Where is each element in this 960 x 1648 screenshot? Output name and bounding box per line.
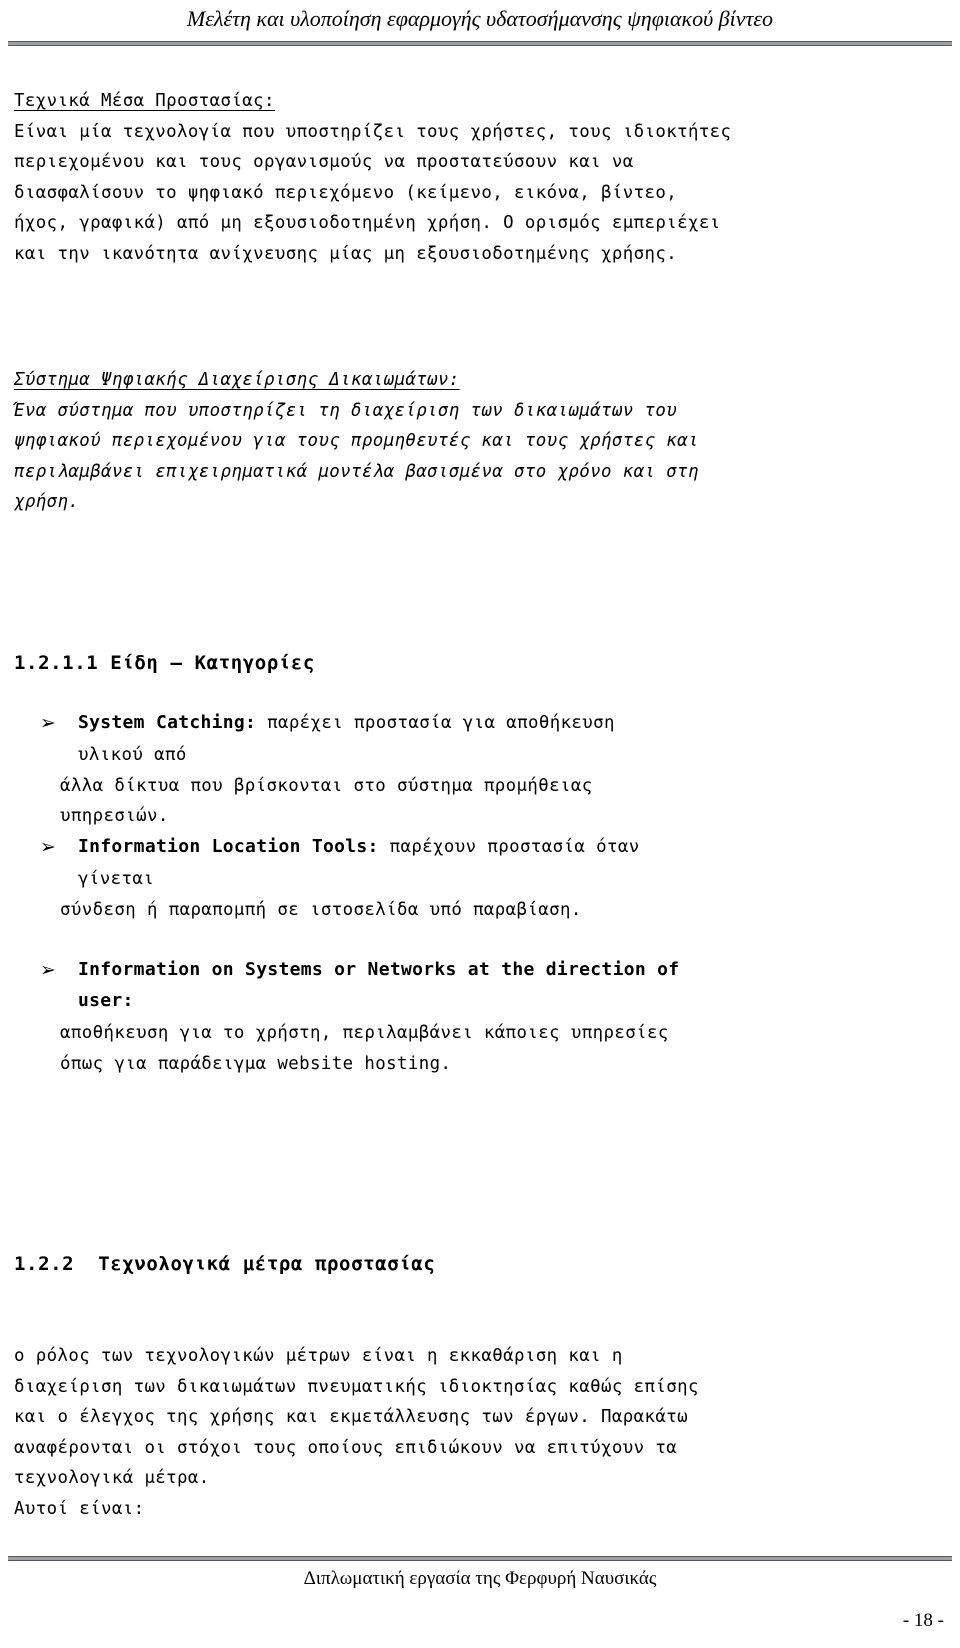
header-title: Μελέτη και υλοποίηση εφαρμογής υδατοσήμα… [186,6,774,31]
list-item: ➢ System Catching: παρέχει προστασία για… [14,708,946,739]
header-divider [8,41,952,46]
section-heading-1-2-1-1: 1.2.1.1 Είδη – Κατηγορίες [14,651,315,674]
list-item-continuation: αποθήκευση για το χρήστη, περιλαμβάνει κ… [14,1018,946,1079]
page-header: Μελέτη και υλοποίηση εφαρμογής υδατοσήμα… [0,0,960,46]
list-item-term: Information Location Tools: [78,835,379,857]
technical-means-body: Είναι μία τεχνολογία που υποστηρίζει του… [14,121,732,264]
list-item-line: όπως για παράδειγμα website hosting. [60,1053,452,1074]
footer-title: Διπλωματική εργασία της Φερφυρή Ναυσικάς [303,1568,657,1589]
list-item-line: αποθήκευση για το χρήστη, περιλαμβάνει κ… [60,1023,669,1043]
section-heading-1-2-2: 1.2.2 Τεχνολογικά μέτρα προστασίας [14,1253,436,1275]
list-item-first-line: System Catching: παρέχει προστασία για α… [78,708,946,739]
drm-system-heading: Σύστημα Ψηφιακής Διαχείρισης Δικαιωμάτων… [14,370,460,390]
list-item: ➢ Information Location Tools: παρέχουν π… [14,832,946,863]
page-footer: Διπλωματική εργασία της Φερφυρή Ναυσικάς… [0,1538,960,1648]
page-content: Τεχνικά Μέσα Προστασίας: Είναι μία τεχνο… [14,86,946,1524]
chevron-right-bullet-icon: ➢ [40,959,56,981]
list-item-line: υπηρεσιών. [60,806,169,826]
list-item-line: σύνδεση ή παραπομπή σε ιστοσελίδα υπό πα… [60,899,582,920]
list-item-first-line: Information on Systems or Networks at th… [78,955,946,1016]
types-categories-list: ➢ System Catching: παρέχει προστασία για… [14,708,946,1080]
list-item-line: άλλα δίκτυα που βρίσκονται στο σύστημα π… [60,775,593,796]
list-item: ➢ Information on Systems or Networks at … [14,955,946,1016]
document-page: Μελέτη και υλοποίηση εφαρμογής υδατοσήμα… [0,0,960,1648]
list-item-continuation: σύνδεση ή παραπομπή σε ιστοσελίδα υπό πα… [14,895,946,926]
chevron-right-bullet-icon: ➢ [40,835,56,858]
list-item-continuation: άλλα δίκτυα που βρίσκονται στο σύστημα π… [14,771,946,832]
list-item-term: Information on Systems or Networks at th… [78,959,680,1011]
page-number: - 18 - [902,1610,944,1631]
list-item-description: παρέχει προστασία για αποθήκευση [256,712,615,733]
list-item-continuation: υλικού από [14,740,946,771]
list-item-line: γίνεται [78,869,155,889]
list-item-line: υλικού από [78,745,187,765]
technological-measures-body: ο ρόλος των τεχνολογικών μέτρων είναι η … [14,1346,699,1519]
drm-system-body: Ένα σύστημα που υποστηρίζει τη διαχείρισ… [14,400,699,513]
list-item-first-line: Information Location Tools: παρέχουν προ… [78,832,946,863]
footer-divider [8,1556,952,1561]
list-item-description: παρέχουν προστασία όταν [378,836,640,857]
list-item-term: System Catching: [78,711,257,733]
technical-means-heading: Τεχνικά Μέσα Προστασίας: [14,91,275,111]
list-item-continuation: γίνεται [14,864,946,895]
chevron-right-bullet-icon: ➢ [40,711,56,734]
